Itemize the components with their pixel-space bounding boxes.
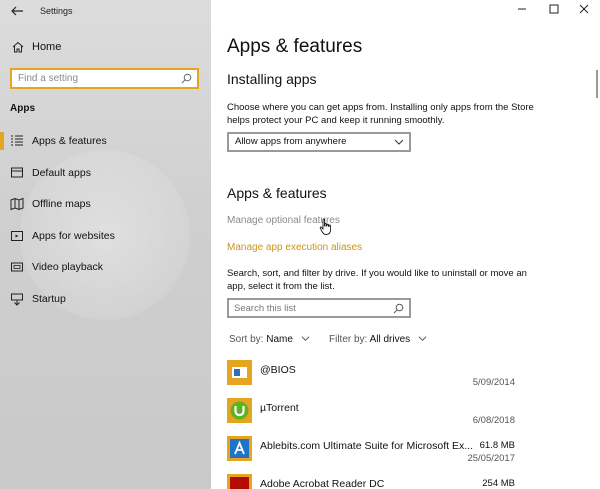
sidebar-item-label: Home: [32, 41, 62, 53]
app-date: 25/05/2017: [467, 453, 515, 464]
app-list-search-box[interactable]: [227, 298, 411, 318]
list-icon: [11, 135, 23, 146]
apps-features-heading: Apps & features: [227, 185, 327, 201]
home-icon: [12, 41, 24, 53]
app-date: 6/08/2018: [472, 415, 515, 426]
app-list-item[interactable]: Adobe Acrobat Reader DC 254 MB: [227, 472, 527, 489]
sidebar-item-video-playback[interactable]: Video playback: [0, 253, 211, 285]
maximize-icon: [549, 4, 559, 14]
ablebits-app-icon: [227, 436, 252, 461]
sort-by-value: Name: [266, 334, 293, 345]
app-title: Settings: [40, 6, 73, 16]
close-icon: [579, 4, 589, 14]
page-title: Apps & features: [227, 36, 363, 57]
sidebar: Settings Home Apps Apps & features Defau…: [0, 0, 211, 489]
minimize-icon: [518, 8, 526, 10]
website-icon: [11, 230, 23, 241]
app-list-item[interactable]: µTorrent 6/08/2018: [227, 396, 527, 434]
sidebar-nav: Apps & features Default apps Offline map…: [0, 127, 211, 316]
app-name: µTorrent: [260, 402, 299, 414]
installing-apps-description: Choose where you can get apps from. Inst…: [227, 102, 534, 126]
hand-cursor-icon: [319, 218, 331, 235]
sort-by-label: Sort by:: [229, 334, 264, 345]
startup-icon: [11, 293, 23, 306]
apps-features-description: Search, sort, and filter by drive. If yo…: [227, 268, 527, 292]
default-apps-icon: [11, 167, 23, 177]
installing-apps-heading: Installing apps: [227, 71, 317, 87]
filter-by-label: Filter by:: [329, 334, 368, 345]
app-size: 61.8 MB: [479, 440, 515, 451]
install-source-dropdown[interactable]: Allow apps from anywhere: [227, 132, 411, 152]
sidebar-item-label: Default apps: [32, 166, 91, 179]
sidebar-item-default-apps[interactable]: Default apps: [0, 159, 211, 191]
dropdown-value: Allow apps from anywhere: [235, 136, 347, 147]
chevron-down-icon: [394, 139, 404, 145]
settings-search-box[interactable]: [10, 68, 199, 89]
app-list-item[interactable]: @BIOS 5/09/2014: [227, 358, 527, 396]
sidebar-item-label: Startup: [32, 292, 66, 305]
scrollbar-thumb[interactable]: [596, 70, 598, 98]
main-content: Apps & features Installing apps Choose w…: [211, 0, 600, 489]
sidebar-item-label: Apps for websites: [32, 229, 115, 242]
app-list-search-input[interactable]: [234, 300, 389, 316]
search-icon[interactable]: [393, 303, 404, 314]
maximize-button[interactable]: [539, 0, 569, 24]
sidebar-item-offline-maps[interactable]: Offline maps: [0, 190, 211, 222]
sidebar-item-startup[interactable]: Startup: [0, 285, 211, 317]
sidebar-item-apps-features[interactable]: Apps & features: [0, 127, 211, 159]
app-list: @BIOS 5/09/2014 µTorrent 6/08/2018 Ableb…: [227, 358, 527, 489]
sidebar-item-label: Video playback: [32, 261, 104, 273]
utorrent-app-icon: [227, 398, 252, 423]
settings-search-input[interactable]: [18, 70, 178, 87]
video-icon: [11, 262, 23, 272]
app-size: 254 MB: [482, 478, 515, 489]
section-label-apps: Apps: [10, 103, 35, 114]
chevron-down-icon: [418, 336, 427, 341]
sidebar-item-label: Offline maps: [32, 198, 91, 210]
close-button[interactable]: [569, 0, 599, 24]
sort-by-dropdown[interactable]: Sort by: Name: [229, 334, 310, 345]
map-icon: [10, 197, 24, 211]
filter-by-dropdown[interactable]: Filter by: All drives: [329, 334, 427, 345]
sidebar-item-label: Apps & features: [32, 135, 107, 147]
sidebar-item-apps-for-websites[interactable]: Apps for websites: [0, 222, 211, 254]
minimize-button[interactable]: [507, 0, 537, 24]
search-icon[interactable]: [181, 73, 192, 84]
acrobat-app-icon: [227, 474, 252, 489]
chevron-down-icon: [301, 336, 310, 341]
app-name: Adobe Acrobat Reader DC: [260, 478, 385, 489]
app-name: @BIOS: [260, 364, 296, 376]
app-date: 5/09/2014: [472, 377, 515, 388]
filter-by-value: All drives: [369, 334, 411, 345]
title-bar: Settings: [0, 0, 211, 24]
manage-app-execution-aliases-link[interactable]: Manage app execution aliases: [227, 242, 362, 253]
app-list-item[interactable]: Ablebits.com Ultimate Suite for Microsof…: [227, 434, 527, 472]
sidebar-item-home[interactable]: Home: [0, 38, 211, 58]
bios-app-icon: [227, 360, 252, 385]
back-arrow-icon[interactable]: [9, 4, 25, 20]
app-name: Ablebits.com Ultimate Suite for Microsof…: [260, 440, 473, 452]
